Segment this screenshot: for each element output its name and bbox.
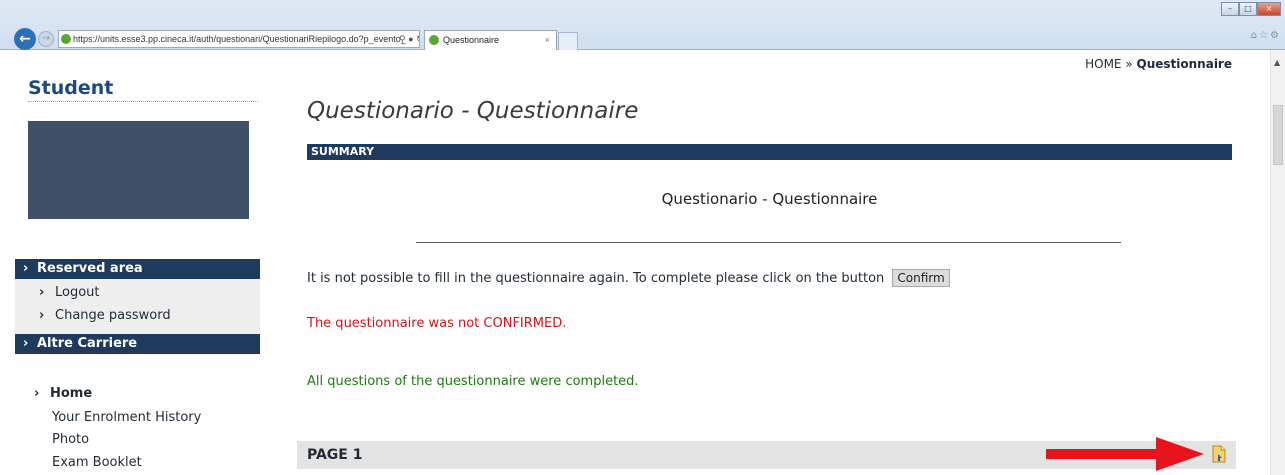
completed-message: All questions of the questionnaire were … xyxy=(307,374,639,389)
sidebar-item-change-password[interactable]: › Change password xyxy=(39,308,171,323)
not-confirmed-strong: CONFIRMED xyxy=(483,316,563,331)
window-controls: – □ × xyxy=(1221,2,1281,16)
sidebar-divider xyxy=(28,101,258,102)
change-password-label: Change password xyxy=(55,308,171,323)
confirm-button[interactable]: Confirm xyxy=(892,269,950,287)
minimize-icon[interactable]: – xyxy=(1221,2,1239,16)
title-divider xyxy=(416,242,1121,243)
reserved-area-submenu: › Logout › Change password xyxy=(15,279,260,334)
tab-title: Questionnaire xyxy=(443,35,500,45)
not-confirmed-message: The questionnaire was not CONFIRMED. xyxy=(307,316,566,331)
home-icon[interactable]: ⌂ xyxy=(1251,30,1259,41)
chevron-right-icon: › xyxy=(39,285,45,300)
sidebar-item-reserved-area[interactable]: › Reserved area xyxy=(15,259,260,279)
breadcrumb-separator: » xyxy=(1125,57,1133,71)
page-scrollbar[interactable]: ▲ xyxy=(1270,50,1285,475)
tab-favicon-icon xyxy=(429,35,439,45)
lock-icon[interactable]: ● xyxy=(408,34,413,44)
info-text: It is not possible to fill in the questi… xyxy=(307,271,885,286)
tab-questionnaire[interactable]: Questionnaire × xyxy=(424,30,557,50)
close-icon[interactable]: × xyxy=(545,31,550,49)
window-close-icon[interactable]: × xyxy=(1257,2,1281,16)
student-photo-placeholder xyxy=(28,121,249,219)
sidebar-item-photo[interactable]: Photo xyxy=(52,432,89,447)
new-tab-button[interactable] xyxy=(558,32,578,50)
chevron-right-icon: › xyxy=(23,261,29,276)
not-confirmed-suffix: . xyxy=(562,316,567,331)
edit-page-icon[interactable] xyxy=(1212,445,1226,463)
refresh-icon[interactable]: ↻ xyxy=(416,34,419,44)
address-url: https://units.esse3.pp.cineca.it/auth/qu… xyxy=(73,34,406,44)
questionnaire-title: Questionario - Questionnaire xyxy=(661,190,878,208)
browser-chrome: ← → https://units.esse3.pp.cineca.it/aut… xyxy=(0,0,1285,50)
maximize-icon[interactable]: □ xyxy=(1239,2,1257,16)
summary-header: SUMMARY xyxy=(307,144,1232,160)
sidebar-item-home[interactable]: › Home xyxy=(34,386,92,401)
scroll-up-icon[interactable]: ▲ xyxy=(1274,58,1280,67)
search-icon[interactable]: ⚲ xyxy=(399,34,406,44)
sidebar-title: Student xyxy=(28,77,114,99)
sidebar-item-exam-booklet[interactable]: Exam Booklet xyxy=(52,455,142,470)
site-favicon-icon xyxy=(61,34,71,44)
home-label: Home xyxy=(50,386,93,401)
chevron-right-icon: › xyxy=(34,386,40,401)
address-tools: ⚲ ● ↻ xyxy=(399,31,419,47)
browser-icons: ⌂☆⚙ xyxy=(1251,30,1281,41)
altre-carriere-label: Altre Carriere xyxy=(37,336,138,351)
page-label: PAGE 1 xyxy=(307,447,363,463)
reserved-area-label: Reserved area xyxy=(37,261,143,276)
address-bar[interactable]: https://units.esse3.pp.cineca.it/auth/qu… xyxy=(58,30,420,48)
page-title: Questionario - Questionnaire xyxy=(307,98,639,124)
scroll-thumb[interactable] xyxy=(1273,105,1283,165)
not-confirmed-prefix: The questionnaire was not xyxy=(307,316,484,331)
forward-icon[interactable]: → xyxy=(38,31,54,47)
sidebar-item-altre-carriere[interactable]: › Altre Carriere xyxy=(15,334,260,354)
chevron-right-icon: › xyxy=(23,336,29,351)
info-message: It is not possible to fill in the questi… xyxy=(307,269,950,287)
sidebar-item-enrolment-history[interactable]: Your Enrolment History xyxy=(52,410,201,425)
sidebar-item-logout[interactable]: › Logout xyxy=(39,285,100,300)
star-icon[interactable]: ☆ xyxy=(1259,30,1270,41)
gear-icon[interactable]: ⚙ xyxy=(1270,30,1281,41)
chevron-right-icon: › xyxy=(39,308,45,323)
back-icon[interactable]: ← xyxy=(14,28,36,50)
breadcrumb-current: Questionnaire xyxy=(1136,57,1232,71)
breadcrumb: HOME » Questionnaire xyxy=(1085,57,1232,71)
breadcrumb-home[interactable]: HOME xyxy=(1085,57,1121,71)
page-content: Student › Reserved area › Logout › Change p… xyxy=(0,50,1270,475)
annotation-arrow xyxy=(1046,437,1204,471)
logout-label: Logout xyxy=(55,285,100,300)
